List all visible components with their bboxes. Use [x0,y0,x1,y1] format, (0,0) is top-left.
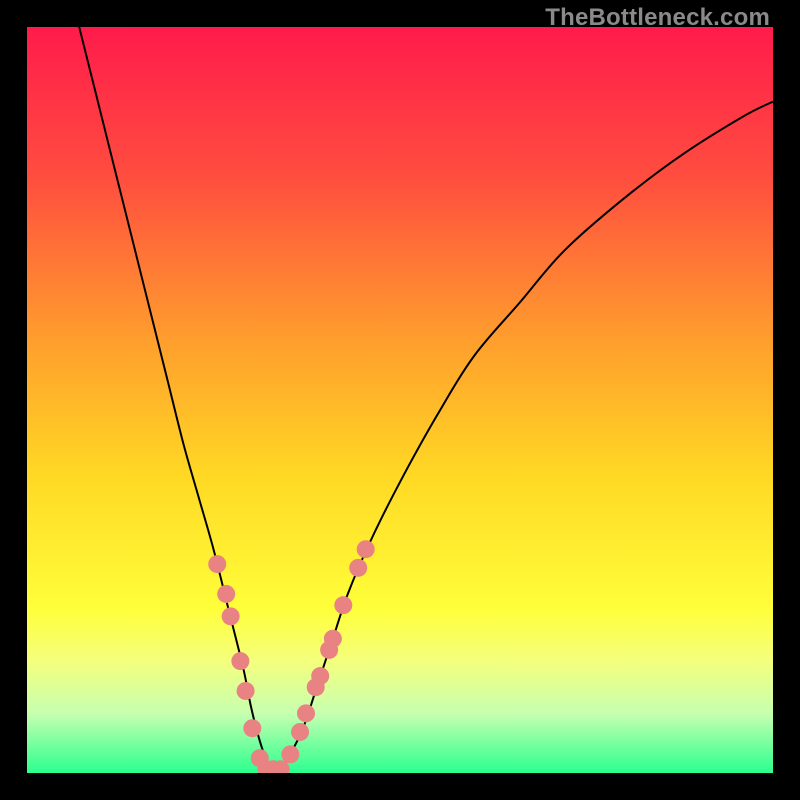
highlight-dot [281,745,299,763]
highlight-dot [349,559,367,577]
highlight-dot [243,719,261,737]
highlight-dot [237,682,255,700]
highlight-dot [311,667,329,685]
gradient-background [27,27,773,773]
highlight-dot [222,607,240,625]
highlight-dot [357,540,375,558]
highlight-dot [324,630,342,648]
highlight-dot [217,585,235,603]
highlight-dot [334,596,352,614]
highlight-dot [291,723,309,741]
bottleneck-chart [27,27,773,773]
highlight-dot [208,555,226,573]
highlight-dot [231,652,249,670]
highlight-dot [297,704,315,722]
chart-frame [27,27,773,773]
